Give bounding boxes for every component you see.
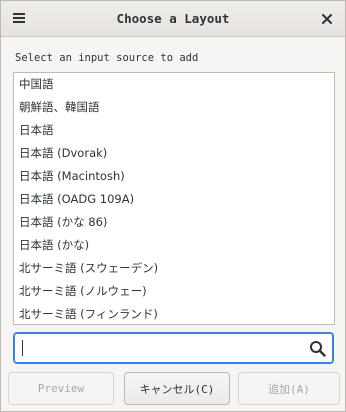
list-item[interactable]: 日本語 (Dvorak) xyxy=(14,142,334,165)
titlebar: Choose a Layout xyxy=(1,1,345,37)
close-icon[interactable] xyxy=(315,7,339,31)
list-item[interactable]: 日本語 (かな 86) xyxy=(14,211,334,234)
search-icon xyxy=(310,341,326,357)
preview-button[interactable]: Preview xyxy=(8,372,114,405)
add-button[interactable]: 追加(A) xyxy=(238,372,340,405)
select-input-source-label: Select an input source to add xyxy=(15,52,199,64)
list-item[interactable]: 日本語 (かな) xyxy=(14,234,334,257)
list-item[interactable]: 北サーミ語 (フィンランド) xyxy=(14,303,334,324)
list-item[interactable]: 中国語 xyxy=(14,73,334,96)
text-cursor xyxy=(22,340,23,356)
list-item[interactable]: 朝鮮語、韓国語 xyxy=(14,96,334,119)
search-input[interactable] xyxy=(20,337,300,359)
list-item[interactable]: 日本語 xyxy=(14,119,334,142)
search-field[interactable] xyxy=(13,332,334,364)
list-item[interactable]: 日本語 (Macintosh) xyxy=(14,165,334,188)
cancel-button[interactable]: キャンセル(C) xyxy=(124,372,230,405)
choose-layout-dialog: Choose a Layout Select an input source t… xyxy=(0,0,346,412)
list-item[interactable]: 日本語 (OADG 109A) xyxy=(14,188,334,211)
list-item[interactable]: 北サーミ語 (ノルウェー) xyxy=(14,280,334,303)
layout-list: 中国語 朝鮮語、韓国語 日本語 日本語 (Dvorak) 日本語 (Macint… xyxy=(13,72,335,325)
hamburger-menu-icon[interactable] xyxy=(7,6,31,30)
list-item[interactable]: 北サーミ語 (スウェーデン) xyxy=(14,257,334,280)
window-title: Choose a Layout xyxy=(116,11,230,26)
